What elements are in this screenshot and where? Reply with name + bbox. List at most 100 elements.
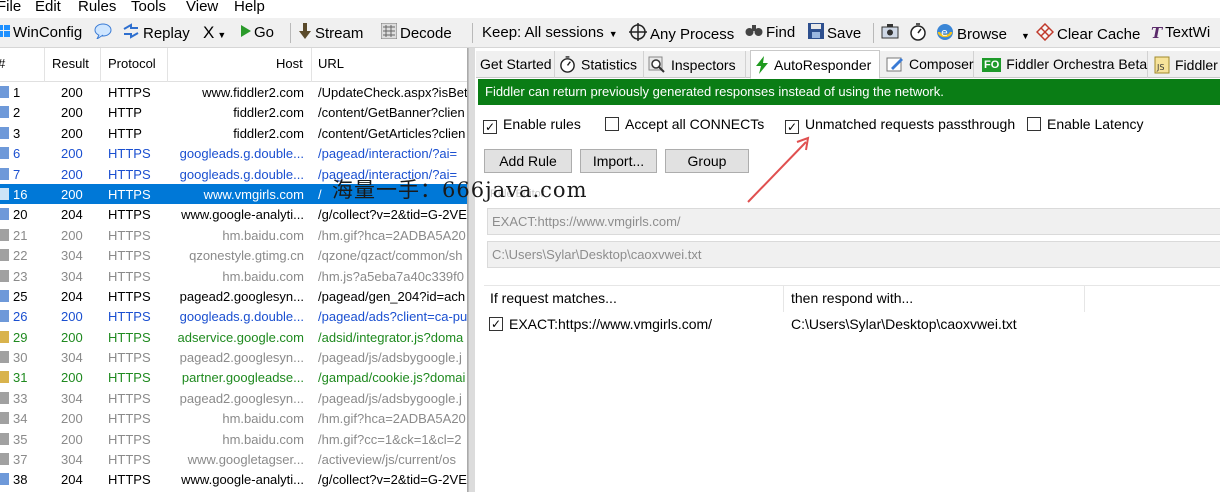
find-label: Find: [766, 24, 796, 41]
screenshot-button[interactable]: [881, 23, 902, 43]
tab-composer[interactable]: Composer: [882, 51, 974, 78]
menu-help[interactable]: Help: [234, 0, 265, 15]
table-row[interactable]: 6 200 HTTPS googleads.g.double... /pagead/in…: [0, 143, 467, 163]
table-row[interactable]: 35 200 HTTPS hm.baidu.com/hm.gif?cc=1&ck=1&…: [0, 429, 467, 449]
camera-icon: [881, 23, 899, 45]
remove-button[interactable]: X ▼: [203, 23, 226, 43]
rule-response-input[interactable]: C:\Users\Sylar\Desktop\caoxvwei.txt: [487, 241, 1220, 268]
stream-button[interactable]: Stream: [298, 23, 363, 43]
session-protocol: HTTPS: [108, 309, 151, 325]
keep-sessions-dropdown[interactable]: Keep: All sessions ▼: [482, 23, 618, 43]
session-protocol: HTTPS: [108, 472, 151, 488]
browse-button[interactable]: e Browse ▼: [936, 23, 1030, 43]
session-result: 200: [61, 329, 83, 345]
table-row[interactable]: 38 204 HTTPS www.google-analyti... /g/collec…: [0, 469, 467, 489]
session-type-icon: [0, 473, 9, 486]
column-header-result[interactable]: Result: [52, 56, 89, 71]
session-type-icon: [0, 412, 9, 425]
go-button[interactable]: Go: [241, 23, 274, 43]
browser-globe-icon: e: [936, 23, 954, 47]
rules-header-match[interactable]: If request matches...: [490, 290, 617, 306]
table-row[interactable]: 22 304 HTTPS qzonestyle.gtimg.cn/qzone/qzac…: [0, 245, 467, 265]
annotation-arrow: [747, 136, 810, 203]
table-row[interactable]: 3 200 HTTP fiddler2.com/content/GetArticles…: [0, 123, 467, 143]
session-number: 35: [13, 431, 28, 447]
timer-button[interactable]: [909, 23, 930, 43]
session-host: googleads.g.double...: [179, 309, 304, 325]
script-file-icon: JS: [1154, 56, 1170, 77]
tab-get-started[interactable]: Get Started: [476, 51, 555, 78]
session-type-icon: [0, 351, 9, 364]
session-protocol: HTTPS: [108, 207, 151, 223]
group-button[interactable]: Group: [665, 149, 749, 173]
session-number: 1: [13, 85, 21, 100]
textwizard-button[interactable]: T TextWi: [1151, 23, 1210, 43]
session-type-icon: [0, 126, 9, 139]
table-row[interactable]: 25 204 HTTPS pagead2.googlesyn... /pagead/ge…: [0, 286, 467, 306]
tab-fiddlerscript[interactable]: JS Fiddler: [1150, 51, 1220, 78]
menu-edit[interactable]: Edit: [35, 0, 61, 15]
decode-button[interactable]: Decode: [380, 22, 452, 45]
winconfig-button[interactable]: WinConfig: [0, 23, 82, 43]
tab-statistics[interactable]: Statistics: [555, 51, 644, 78]
table-row[interactable]: 31 200 HTTPS partner.googleadse... /gampad/c…: [0, 367, 467, 387]
column-header-url[interactable]: URL: [318, 56, 344, 71]
textwizard-label: TextWi: [1165, 24, 1211, 41]
table-row[interactable]: 23 304 HTTPS hm.baidu.com/hm.js?a5eba7a40c3…: [0, 266, 467, 286]
tab-fiddler-orchestra-beta[interactable]: FO Fiddler Orchestra Beta: [978, 51, 1148, 78]
decode-grid-icon: [380, 22, 398, 45]
session-number: 21: [13, 227, 28, 243]
column-header-host[interactable]: Host: [276, 56, 303, 71]
column-header-number[interactable]: #: [0, 56, 5, 71]
stopwatch-icon: [559, 56, 576, 76]
toolbar-separator: [873, 23, 874, 43]
checkbox-unchecked-icon: [1027, 117, 1041, 131]
speech-bubble-icon: [94, 23, 112, 45]
watermark-text: 海量一手：666java.com: [332, 178, 588, 202]
table-row[interactable]: 1 200 HTTPS www.fiddler2.com/UpdateCheck.as…: [0, 82, 467, 102]
session-type-icon: [0, 208, 9, 221]
tab-autoresponder[interactable]: AutoResponder: [750, 50, 880, 79]
rules-header-respond[interactable]: then respond with...: [791, 290, 913, 306]
pane-splitter[interactable]: [468, 48, 475, 492]
session-host: fiddler2.com: [233, 125, 304, 141]
any-process-button[interactable]: Any Process: [629, 23, 734, 43]
enable-rules-checkbox[interactable]: ✓ Enable rules: [483, 116, 581, 134]
find-button[interactable]: Find: [745, 23, 795, 43]
add-rule-button[interactable]: Add Rule: [484, 149, 572, 173]
table-row[interactable]: 21 200 HTTPS hm.baidu.com/hm.gif?hca=2ADBA5…: [0, 225, 467, 245]
session-type-icon: [0, 371, 9, 384]
import-button[interactable]: Import...: [580, 149, 657, 173]
menu-tools[interactable]: Tools: [131, 0, 166, 15]
replay-button[interactable]: Replay: [122, 23, 190, 43]
session-host: www.vmgirls.com: [203, 186, 304, 202]
comment-button[interactable]: [94, 23, 115, 43]
rule-match-input[interactable]: EXACT:https://www.vmgirls.com/: [487, 208, 1220, 235]
table-row[interactable]: 37 304 HTTPS www.googletagser... /activeview…: [0, 449, 467, 469]
table-row[interactable]: 34 200 HTTPS hm.baidu.com/hm.gif?hca=2ADBA5…: [0, 408, 467, 428]
toolbar: WinConfig Replay X ▼ Go Stream Decode Kee…: [0, 18, 1220, 48]
rule-row[interactable]: ✓ EXACT:https://www.vmgirls.com/ C:\User…: [484, 314, 1220, 336]
menu-file[interactable]: File: [0, 0, 21, 15]
session-number: 22: [13, 248, 28, 264]
replay-label: Replay: [143, 24, 190, 42]
table-row[interactable]: 30 304 HTTPS pagead2.googlesyn... /pagead/js…: [0, 347, 467, 367]
session-protocol: HTTP: [108, 105, 142, 121]
session-type-icon: [0, 249, 9, 262]
column-header-protocol[interactable]: Protocol: [108, 56, 156, 71]
svg-text:e: e: [941, 26, 948, 39]
menu-view[interactable]: View: [186, 0, 218, 15]
decode-label: Decode: [400, 24, 452, 42]
menu-rules[interactable]: Rules: [78, 0, 116, 15]
tab-inspectors[interactable]: Inspectors: [644, 51, 746, 78]
table-row[interactable]: 20 204 HTTPS www.google-analyti... /g/collec…: [0, 204, 467, 224]
table-row[interactable]: 26 200 HTTPS googleads.g.double... /pagead/a…: [0, 306, 467, 326]
checkbox-checked-icon[interactable]: ✓: [489, 317, 503, 331]
table-row[interactable]: 2 200 HTTP fiddler2.com/content/GetBanner?c…: [0, 102, 467, 122]
enable-latency-checkbox[interactable]: Enable Latency: [1027, 116, 1144, 132]
table-row[interactable]: 29 200 HTTPS adservice.google.com/adsid/int…: [0, 327, 467, 347]
table-row[interactable]: 33 304 HTTPS pagead2.googlesyn... /pagead/js…: [0, 388, 467, 408]
session-host: hm.baidu.com: [222, 227, 304, 243]
save-button[interactable]: Save: [808, 23, 861, 43]
clear-cache-button[interactable]: Clear Cache: [1035, 22, 1140, 43]
